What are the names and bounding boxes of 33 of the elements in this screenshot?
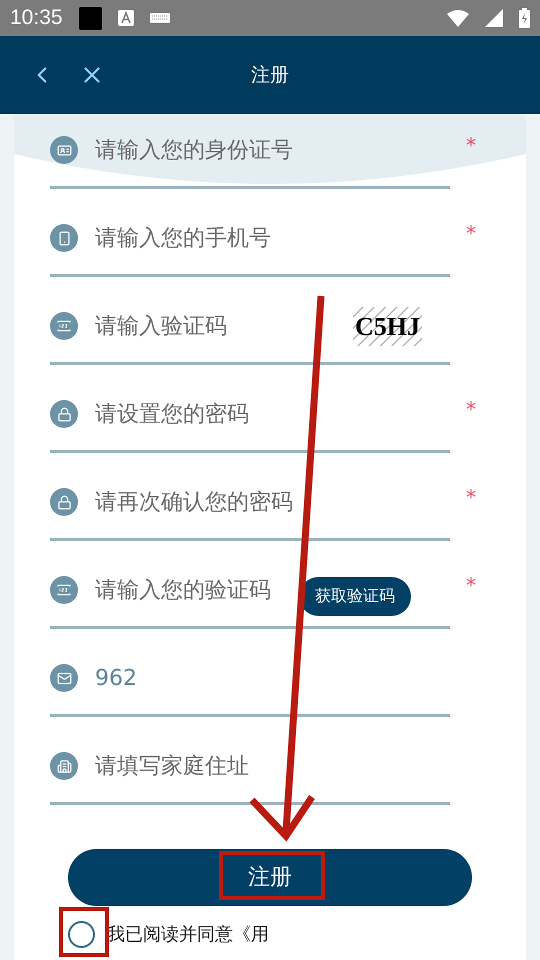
input-field[interactable]: 请输入您的验证码 (95, 574, 277, 606)
input-field[interactable]: 请输入您的身份证号 (95, 134, 299, 166)
battery-icon (519, 8, 530, 28)
input-field[interactable]: 请输入验证码 (95, 310, 233, 342)
phone-icon (50, 224, 78, 252)
agreement-radio[interactable] (68, 921, 95, 948)
input-field[interactable]: 962 (95, 662, 167, 694)
keypad-icon (50, 576, 78, 604)
keyboard-icon (150, 13, 170, 23)
input-field[interactable]: 请设置您的密码 (95, 398, 255, 430)
input-field[interactable]: 请输入您的手机号 (95, 222, 277, 254)
highlight-frame (59, 907, 109, 957)
clock: 10:35 (10, 5, 63, 32)
input-field[interactable]: 请填写家庭住址 (95, 750, 255, 782)
app-notification-icon (78, 6, 102, 30)
agreement-text: 我已阅读并同意《用 (107, 923, 269, 947)
signal-icon (485, 9, 503, 27)
mail-icon (50, 664, 78, 692)
building-icon (50, 752, 78, 780)
lock-icon (50, 400, 78, 428)
input-field[interactable]: 请再次确认您的密码 (95, 486, 299, 518)
required-mark: * (466, 572, 476, 599)
wifi-icon (447, 10, 469, 26)
page-title: 注册 (251, 62, 289, 88)
required-mark: * (466, 396, 476, 423)
text-input-icon (118, 10, 134, 26)
required-mark: * (466, 484, 476, 511)
lock-icon (50, 488, 78, 516)
required-mark: * (466, 220, 476, 247)
register-button[interactable]: 注册 (68, 849, 472, 906)
keypad-icon (50, 312, 78, 340)
captcha-image[interactable]: C5HJ (353, 306, 422, 346)
required-mark: * (466, 132, 476, 159)
